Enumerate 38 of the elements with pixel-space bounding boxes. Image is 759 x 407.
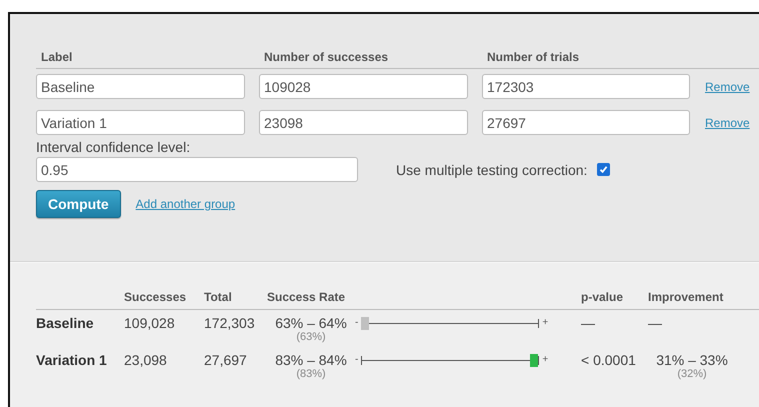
column-header: Total — [204, 290, 267, 310]
improvement: — — [648, 315, 662, 331]
improvement-point: (32%) — [677, 368, 707, 380]
confidence-field[interactable]: 0.95 — [36, 157, 358, 182]
column-header: Improvement — [648, 290, 759, 310]
column-header: Number of trials — [482, 50, 704, 69]
row-label: Variation 1 — [36, 352, 107, 368]
improvement: 31% – 33% — [656, 352, 728, 368]
plus-sign: + — [542, 355, 548, 365]
success-rate: 63% – 64% — [275, 315, 347, 331]
confidence-label: Interval confidence level: — [36, 139, 190, 155]
trials-field[interactable]: 27697 — [482, 110, 690, 135]
table-cell: 23,098 — [124, 352, 167, 368]
row-label: Baseline — [36, 315, 94, 331]
successes-field[interactable]: 109028 — [259, 74, 468, 99]
p-value: — — [581, 315, 595, 331]
trials-field[interactable]: 172303 — [482, 74, 690, 99]
table-cell: 109,028 — [124, 315, 175, 331]
column-header: Success Rate — [267, 290, 355, 310]
success-rate-point: (63%) — [296, 331, 326, 343]
table-cell: 27,697 — [204, 352, 247, 368]
minus-sign: - — [355, 318, 358, 328]
correction-label: Use multiple testing correction: — [396, 162, 588, 178]
table-cell: 172,303 — [204, 315, 255, 331]
column-header: Label — [36, 50, 259, 69]
success-rate: 83% – 84% — [275, 352, 347, 368]
label-field[interactable]: Variation 1 — [36, 110, 245, 135]
column-header: p-value — [581, 290, 648, 310]
correction-checkbox[interactable] — [597, 163, 610, 176]
p-value: < 0.0001 — [581, 352, 636, 368]
plus-sign: + — [542, 318, 548, 328]
column-header: Successes — [124, 290, 204, 310]
success-rate-point: (83%) — [296, 368, 326, 380]
label-field[interactable]: Baseline — [36, 74, 245, 99]
column-header: Number of successes — [259, 50, 482, 69]
successes-field[interactable]: 23098 — [259, 110, 468, 135]
minus-sign: - — [355, 355, 358, 365]
compute-button[interactable]: Compute — [36, 190, 121, 218]
